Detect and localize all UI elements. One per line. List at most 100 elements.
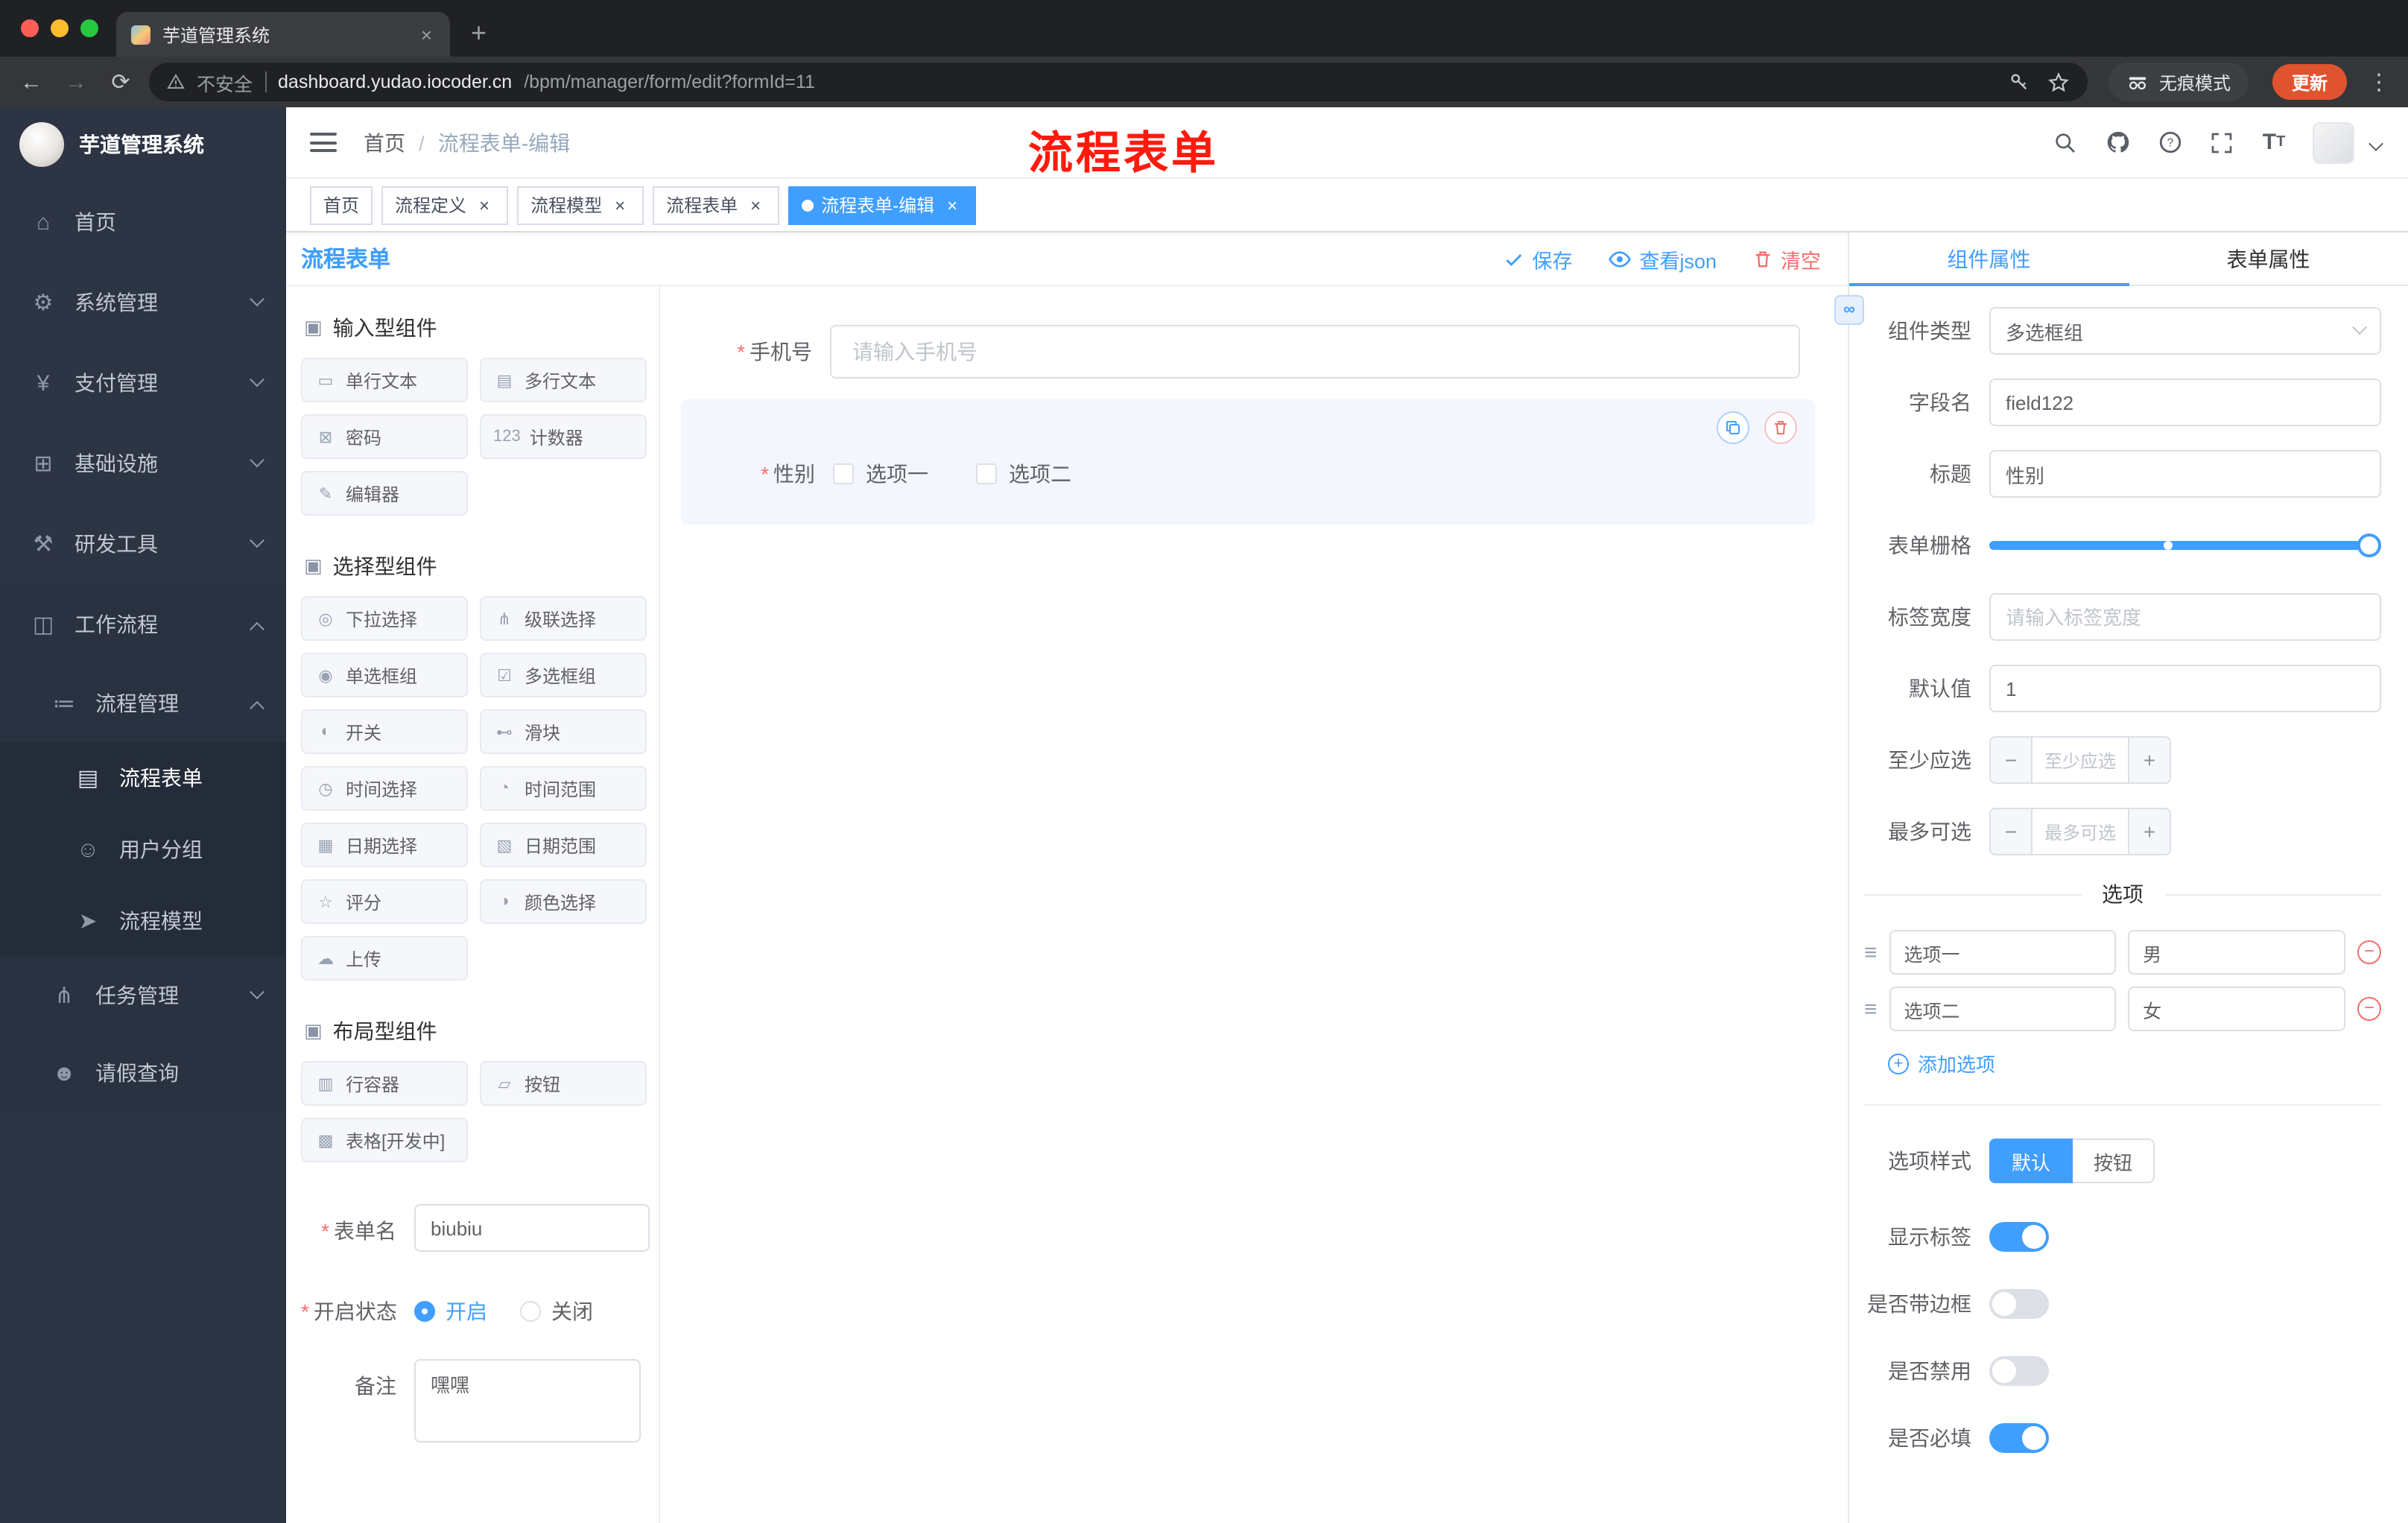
view-json-button[interactable]: 查看json [1608, 244, 1717, 273]
tag-close-icon[interactable]: × [474, 194, 495, 215]
palette-item-password[interactable]: ⊠ 密码 [301, 414, 468, 459]
security-label[interactable]: 不安全 [197, 68, 253, 96]
sidebar-item-leave-query[interactable]: ☻ 请假查询 [0, 1034, 286, 1112]
tag-close-icon[interactable]: × [942, 194, 963, 215]
minus-button[interactable]: − [1991, 738, 2032, 782]
status-radio-on[interactable]: 开启 [414, 1296, 487, 1326]
palette-item-radio-group[interactable]: ◉ 单选框组 [301, 653, 468, 697]
update-button[interactable]: 更新 [2272, 64, 2347, 100]
window-zoom-button[interactable] [80, 19, 98, 37]
delete-component-button[interactable] [1764, 411, 1797, 444]
github-icon[interactable] [2104, 129, 2131, 156]
drag-handle-icon[interactable]: ≡ [1864, 940, 1878, 965]
canvas-field-phone[interactable]: * 手机号 [681, 325, 1800, 379]
palette-item-dropdown[interactable]: ◎ 下拉选择 [301, 596, 468, 641]
avatar[interactable] [2313, 121, 2354, 163]
clear-button[interactable]: 清空 [1752, 244, 1821, 273]
palette-item-time-picker[interactable]: ◷ 时间选择 [301, 766, 468, 811]
style-button-button[interactable]: 按钮 [2073, 1139, 2155, 1183]
sidebar-item-workflow[interactable]: ◫ 工作流程 [0, 584, 286, 665]
tag-home[interactable]: 首页 [310, 186, 373, 224]
phone-input[interactable] [830, 325, 1800, 379]
component-type-select[interactable]: 多选框组 [1989, 307, 2381, 355]
address-bar[interactable]: 不安全 dashboard.yudao.iocoder.cn /bpm/mana… [149, 63, 2088, 101]
palette-item-editor[interactable]: ✎ 编辑器 [301, 471, 468, 516]
tab-component-props[interactable]: 组件属性 [1849, 232, 2129, 286]
palette-item-counter[interactable]: 123 计数器 [480, 414, 647, 459]
form-name-input[interactable] [414, 1204, 650, 1252]
field-name-input[interactable] [1989, 379, 2381, 426]
tag-close-icon[interactable]: × [609, 194, 630, 215]
tag-process-form[interactable]: 流程表单 × [653, 186, 780, 224]
tag-process-definition[interactable]: 流程定义 × [381, 186, 509, 224]
slider-track[interactable] [1989, 533, 2381, 557]
sidebar-item-task-mgmt[interactable]: ⋔ 任务管理 [0, 957, 286, 1034]
sidebar-item-process-model[interactable]: ➤ 流程模型 [0, 885, 286, 957]
default-value-input[interactable] [1989, 665, 2381, 712]
palette-item-slider[interactable]: ⊷ 滑块 [480, 709, 647, 754]
palette-item-color-picker[interactable]: ◑ 颜色选择 [480, 879, 647, 924]
option1-value-input[interactable] [2128, 930, 2345, 975]
plus-button[interactable]: + [2128, 809, 2170, 854]
disabled-switch[interactable] [1989, 1356, 2049, 1386]
remove-option-button[interactable]: − [2357, 940, 2381, 964]
status-radio-off[interactable]: 关闭 [520, 1296, 593, 1326]
copy-component-button[interactable] [1717, 411, 1749, 444]
tab-close-icon[interactable]: × [418, 23, 435, 45]
font-size-icon[interactable]: TT [2260, 129, 2287, 156]
label-width-input[interactable] [1989, 593, 2381, 641]
fullscreen-icon[interactable] [2208, 129, 2235, 156]
sidebar-item-devtools[interactable]: ⚒ 研发工具 [0, 504, 286, 584]
minus-button[interactable]: − [1991, 809, 2032, 854]
sidebar-item-process-mgmt[interactable]: ≔ 流程管理 [0, 665, 286, 742]
save-button[interactable]: 保存 [1504, 244, 1572, 273]
palette-item-cascader[interactable]: ⋔ 级联选择 [480, 596, 647, 641]
required-switch[interactable] [1989, 1423, 2049, 1453]
browser-tab[interactable]: 芋道管理系统 × [116, 12, 450, 57]
form-canvas[interactable]: * 手机号 请输入手机号 * 性别 选项一 选项二 [660, 286, 1848, 1523]
palette-item-rate[interactable]: ☆ 评分 [301, 879, 468, 924]
tag-process-model[interactable]: 流程模型 × [517, 186, 644, 224]
option2-label-input[interactable] [1889, 987, 2117, 1031]
help-icon[interactable]: ? [2156, 129, 2183, 156]
style-default-button[interactable]: 默认 [1989, 1139, 2073, 1183]
search-icon[interactable] [2052, 129, 2079, 156]
title-input[interactable] [1989, 450, 2381, 498]
max-select-value[interactable]: 最多可选 [2032, 809, 2128, 854]
canvas-field-gender-selected[interactable]: * 性别 选项一 选项二 [681, 399, 1815, 525]
drag-handle-icon[interactable]: ≡ [1864, 996, 1878, 1022]
min-select-value[interactable]: 至少应选 [2032, 738, 2128, 782]
sidebar-item-user-group[interactable]: ☺ 用户分组 [0, 814, 286, 885]
tag-process-form-edit[interactable]: 流程表单-编辑 × [788, 186, 977, 224]
add-option-button[interactable]: + 添加选项 [1888, 1049, 2381, 1077]
avatar-caret-icon[interactable] [2369, 136, 2383, 151]
window-minimize-button[interactable] [51, 19, 69, 37]
palette-item-row-container[interactable]: ▥ 行容器 [301, 1061, 468, 1106]
form-remark-textarea[interactable]: 嘿嘿 [414, 1359, 641, 1443]
show-label-switch[interactable] [1989, 1222, 2049, 1252]
slider-handle[interactable] [2357, 533, 2381, 557]
reload-icon[interactable]: ⟳ [104, 69, 137, 95]
remove-option-button[interactable]: − [2357, 997, 2381, 1021]
gender-checkbox-option1[interactable]: 选项一 [833, 459, 928, 489]
palette-item-date-range[interactable]: ▧ 日期范围 [480, 823, 647, 867]
palette-item-button[interactable]: ▱ 按钮 [480, 1061, 647, 1106]
bookmark-star-icon[interactable] [2047, 71, 2070, 93]
browser-menu-icon[interactable]: ⋮ [2368, 69, 2390, 95]
palette-item-time-range[interactable]: ◔ 时间范围 [480, 766, 647, 811]
sidebar-item-home[interactable]: ⌂ 首页 [0, 182, 286, 262]
key-icon[interactable] [2009, 72, 2030, 92]
link-icon[interactable]: ∞ [1834, 295, 1864, 325]
sidebar-item-infrastructure[interactable]: ⊞ 基础设施 [0, 423, 286, 504]
palette-item-checkbox-group[interactable]: ☑ 多选框组 [480, 653, 647, 697]
gender-checkbox-option2[interactable]: 选项二 [976, 459, 1071, 489]
palette-item-upload[interactable]: ☁ 上传 [301, 936, 468, 981]
palette-item-date-picker[interactable]: ▦ 日期选择 [301, 823, 468, 867]
forward-icon[interactable]: → [60, 69, 92, 95]
sidebar-item-payment[interactable]: ¥ 支付管理 [0, 343, 286, 423]
palette-item-table-dev[interactable]: ▩ 表格[开发中] [301, 1118, 468, 1162]
sidebar-item-system[interactable]: ⚙ 系统管理 [0, 262, 286, 343]
grid-slider[interactable] [1989, 522, 2381, 569]
palette-item-switch[interactable]: ◐ 开关 [301, 709, 468, 754]
gender-field-row[interactable]: * 性别 选项一 选项二 [684, 447, 1797, 501]
